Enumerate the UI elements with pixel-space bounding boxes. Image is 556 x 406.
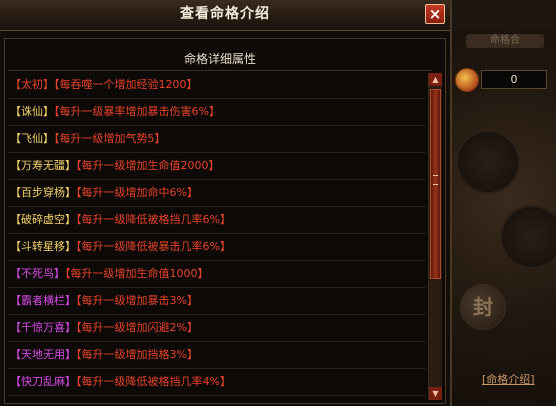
list-item: 【太初】【每吞噬一个增加经验1200】 (8, 72, 426, 99)
item-desc: 【每升一级增加暴击3%】 (76, 294, 198, 307)
mingge-intro-dialog: 查看命格介绍 × 命格详细属性 【太初】【每吞噬一个增加经验1200】 【诛仙】… (0, 0, 452, 406)
item-name: 【斗转星移】 (10, 240, 76, 253)
list-item: 【斗转星移】【每升一级降低被暴击几率6%】 (8, 234, 426, 261)
item-name: 【霸者横栏】 (10, 294, 76, 307)
list-item: 【霸者横栏】【每升一级增加暴击3%】 (8, 288, 426, 315)
attribute-list: 【太初】【每吞噬一个增加经验1200】 【诛仙】【每升一级暴率增加暴击伤害6%】… (8, 72, 426, 396)
list-item: 【千惊万喜】【每升一级增加闪避2%】 (8, 315, 426, 342)
slot-ring-right[interactable] (500, 205, 556, 269)
item-name: 【万寿无疆】 (10, 159, 76, 172)
scroll-up-arrow-icon[interactable]: ▲ (429, 73, 442, 86)
item-desc: 【每升一级增加生命值2000】 (76, 159, 220, 172)
list-header: 命格详细属性 (8, 48, 432, 71)
list-item: 【破碎虚空】【每升一级降低被格挡几率6%】 (8, 207, 426, 234)
item-name: 【诛仙】 (10, 105, 54, 118)
list-item: 【万寿无疆】【每升一级增加生命值2000】 (8, 153, 426, 180)
list-item: 【飞仙】【每升一级增加气势5】 (8, 126, 426, 153)
item-name: 【快刀乱麻】 (10, 375, 76, 388)
list-item: 【诛仙】【每升一级暴率增加暴击伤害6%】 (8, 99, 426, 126)
item-name: 【破碎虚空】 (10, 213, 76, 226)
item-name: 【百步穿杨】 (10, 186, 76, 199)
item-desc: 【每升一级增加气势5】 (54, 132, 166, 145)
currency-counter: 0 (455, 68, 551, 92)
grip-icon (433, 175, 438, 185)
item-desc: 【每升一级增加闪避2%】 (76, 321, 198, 334)
item-name: 【太初】 (10, 78, 54, 91)
list-scrollbar[interactable]: ▲ ▼ (428, 73, 442, 400)
seal-button[interactable]: 封 (460, 284, 506, 330)
item-desc: 【每升一级增加命中6%】 (76, 186, 198, 199)
item-desc: 【每升一级暴率增加暴击伤害6%】 (54, 105, 220, 118)
item-name: 【千惊万喜】 (10, 321, 76, 334)
background-tab[interactable]: 命格合 (466, 34, 544, 48)
item-desc: 【每吞噬一个增加经验1200】 (54, 78, 198, 91)
item-desc: 【每升一级增加生命值1000】 (65, 267, 209, 280)
scrollbar-thumb[interactable] (430, 89, 441, 279)
list-item: 【不死鸟】【每升一级增加生命值1000】 (8, 261, 426, 288)
list-item: 【百步穿杨】【每升一级增加命中6%】 (8, 180, 426, 207)
item-name: 【不死鸟】 (10, 267, 65, 280)
mingge-intro-link[interactable]: [命格介绍] (482, 371, 535, 387)
item-desc: 【每升一级降低被暴击几率6%】 (76, 240, 231, 253)
currency-value: 0 (481, 70, 547, 89)
list-item: 【天地无用】【每升一级增加挡格3%】 (8, 342, 426, 369)
list-item: 【快刀乱麻】【每升一级降低被格挡几率4%】 (8, 369, 426, 396)
scroll-down-arrow-icon[interactable]: ▼ (429, 387, 442, 400)
item-desc: 【每升一级增加挡格3%】 (76, 348, 198, 361)
item-name: 【飞仙】 (10, 132, 54, 145)
dialog-title: 查看命格介绍 (180, 6, 270, 22)
item-desc: 【每升一级降低被格挡几率4%】 (76, 375, 231, 388)
coin-icon (455, 68, 479, 92)
slot-ring-top[interactable] (456, 130, 520, 194)
item-desc: 【每升一级降低被格挡几率6%】 (76, 213, 231, 226)
close-button[interactable]: × (425, 4, 445, 24)
item-name: 【天地无用】 (10, 348, 76, 361)
